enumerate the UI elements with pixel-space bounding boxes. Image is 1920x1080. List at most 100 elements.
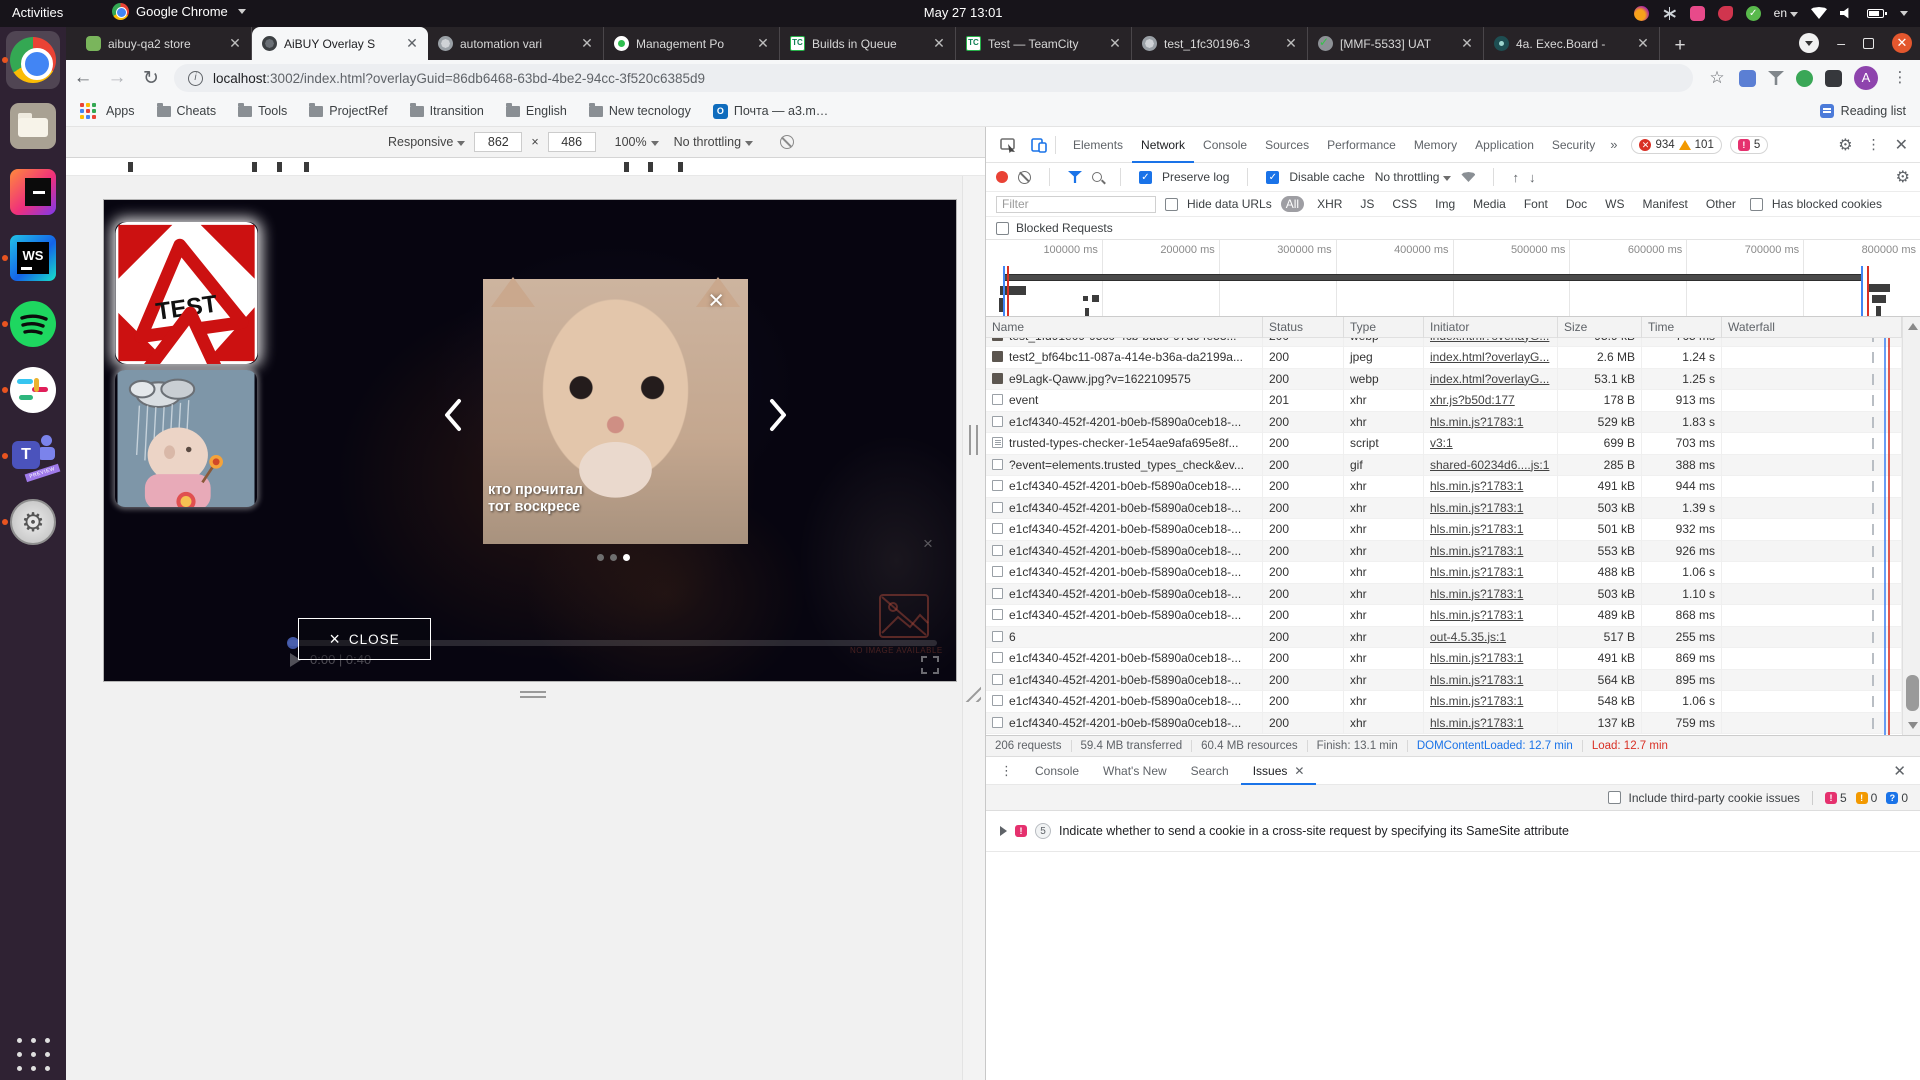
show-applications-button[interactable] <box>15 1036 51 1072</box>
new-tab-button[interactable]: + <box>1666 32 1694 60</box>
initiator-link[interactable]: xhr.js?b50d:177 <box>1430 393 1515 407</box>
initiator-link[interactable]: hls.min.js?1783:1 <box>1430 544 1523 558</box>
network-conditions-icon[interactable] <box>1461 172 1475 182</box>
indicator-pink-icon[interactable] <box>1690 6 1705 21</box>
devtools-tab-performance[interactable]: Performance <box>1318 127 1405 163</box>
devtools-tab-memory[interactable]: Memory <box>1405 127 1466 163</box>
browser-menu-icon[interactable]: ⋮ <box>1890 68 1910 88</box>
table-row[interactable]: event201xhrxhr.js?b50d:177178 B913 ms <box>986 390 1902 412</box>
indicator-orange-icon[interactable] <box>1634 6 1649 21</box>
carousel-prev-button[interactable] <box>443 398 463 432</box>
forward-button[interactable]: → <box>100 67 134 89</box>
initiator-link[interactable]: hls.min.js?1783:1 <box>1430 694 1523 708</box>
volume-icon[interactable] <box>1840 7 1854 19</box>
bookmark-itransition[interactable]: Itransition <box>410 104 484 118</box>
table-row[interactable]: test2_bf64bc11-087a-414e-b36a-da2199a...… <box>986 347 1902 369</box>
reload-button[interactable]: ↻ <box>134 67 168 90</box>
initiator-link[interactable]: hls.min.js?1783:1 <box>1430 651 1523 665</box>
include-third-party-checkbox[interactable] <box>1608 791 1621 804</box>
column-header-name[interactable]: Name <box>986 317 1263 338</box>
drawer-tab-what-s-new[interactable]: What's New <box>1091 757 1179 785</box>
devtools-close-icon[interactable]: ✕ <box>1895 135 1908 155</box>
search-network-icon[interactable] <box>1092 172 1102 182</box>
tab-close-icon[interactable]: ✕ <box>755 35 771 52</box>
dock-item-chrome[interactable] <box>0 27 66 93</box>
carousel-dot-2[interactable] <box>610 554 617 561</box>
tab-close-icon[interactable]: ✕ <box>1635 35 1651 52</box>
initiator-link[interactable]: hls.min.js?1783:1 <box>1430 565 1523 579</box>
table-row-partial[interactable]: test_1fd91e09-95c0-4cb-bdd0-97d94e58...2… <box>986 338 1902 347</box>
table-row[interactable]: e1cf4340-452f-4201-b0eb-f5890a0ceb18-...… <box>986 498 1902 520</box>
dock-item-webstorm[interactable]: WS <box>0 225 66 291</box>
profile-avatar[interactable]: A <box>1854 66 1878 90</box>
page-info-icon[interactable]: i <box>188 71 203 86</box>
initiator-link[interactable]: hls.min.js?1783:1 <box>1430 501 1523 515</box>
initiator-link[interactable]: out-4.5.35.js:1 <box>1430 630 1506 644</box>
maximize-button[interactable] <box>1863 38 1874 49</box>
tab-close-icon[interactable]: ✕ <box>227 35 243 52</box>
carousel-thumbnail-test[interactable]: TEST <box>115 222 258 364</box>
browser-tab-3[interactable]: automation vari✕ <box>428 27 604 60</box>
resize-handle-corner[interactable] <box>965 686 981 702</box>
tab-close-icon[interactable]: ✕ <box>579 35 595 52</box>
network-settings-icon[interactable]: ⚙ <box>1896 167 1910 187</box>
extension-dark-icon[interactable] <box>1825 70 1842 87</box>
browser-tab-4[interactable]: Management Po✕ <box>604 27 780 60</box>
indicator-red-icon[interactable] <box>1718 6 1733 21</box>
table-row[interactable]: ?event=elements.trusted_types_check&ev..… <box>986 455 1902 477</box>
initiator-link[interactable]: index.html?overlayG... <box>1430 372 1549 386</box>
filter-chip-media[interactable]: Media <box>1468 196 1511 212</box>
system-menu-chevron-icon[interactable] <box>1900 11 1908 16</box>
carousel-thumbnail-rain[interactable] <box>115 370 257 507</box>
filter-toggle-icon[interactable] <box>1068 171 1082 183</box>
devtools-tab-application[interactable]: Application <box>1466 127 1543 163</box>
app-menu[interactable]: Google Chrome <box>112 3 246 20</box>
filter-chip-manifest[interactable]: Manifest <box>1638 196 1693 212</box>
zoom-select[interactable]: 100% <box>615 135 659 149</box>
table-row[interactable]: e1cf4340-452f-4201-b0eb-f5890a0ceb18-...… <box>986 541 1902 563</box>
filter-chip-xhr[interactable]: XHR <box>1312 196 1347 212</box>
drawer-tab-issues[interactable]: Issues✕ <box>1241 757 1317 785</box>
inspect-element-icon[interactable] <box>1000 137 1017 153</box>
initiator-link[interactable]: index.html?overlayG... <box>1430 338 1549 343</box>
record-network-log-button[interactable] <box>996 171 1008 183</box>
extension-green-icon[interactable] <box>1796 70 1813 87</box>
hide-data-urls-checkbox[interactable] <box>1165 198 1178 211</box>
dock-item-slack[interactable] <box>0 357 66 423</box>
apps-grid-icon[interactable] <box>80 103 96 119</box>
table-row[interactable]: e1cf4340-452f-4201-b0eb-f5890a0ceb18-...… <box>986 605 1902 627</box>
network-table-header[interactable]: NameStatusTypeInitiatorSizeTimeWaterfall <box>986 317 1902 338</box>
reading-list-button[interactable]: Reading list <box>1820 104 1906 118</box>
dock-item-toolbox[interactable] <box>0 159 66 225</box>
blocked-requests-checkbox[interactable] <box>996 222 1009 235</box>
keyboard-layout[interactable]: en <box>1774 6 1798 20</box>
extension-funnel-icon[interactable] <box>1768 71 1784 85</box>
browser-tab-1[interactable]: aibuy-qa2 store✕ <box>76 27 252 60</box>
column-header-size[interactable]: Size <box>1558 317 1642 338</box>
import-har-icon[interactable]: ↑ <box>1512 170 1519 185</box>
browser-tab-7[interactable]: test_1fc30196-3✕ <box>1132 27 1308 60</box>
bookmark-tools[interactable]: Tools <box>238 104 287 118</box>
initiator-link[interactable]: v3:1 <box>1430 436 1453 450</box>
more-tabs-button[interactable]: » <box>1604 137 1623 152</box>
devtools-tab-network[interactable]: Network <box>1132 127 1194 163</box>
expand-issue-icon[interactable] <box>1000 826 1007 836</box>
column-header-initiator[interactable]: Initiator <box>1424 317 1558 338</box>
initiator-link[interactable]: index.html?overlayG... <box>1430 350 1549 364</box>
dock-item-files[interactable] <box>0 93 66 159</box>
column-header-waterfall[interactable]: Waterfall <box>1722 317 1902 338</box>
issue-item[interactable]: ! 5 Indicate whether to send a cookie in… <box>986 819 1920 843</box>
initiator-link[interactable]: shared-60234d6....js:1 <box>1430 458 1549 472</box>
table-row[interactable]: e1cf4340-452f-4201-b0eb-f5890a0ceb18-...… <box>986 519 1902 541</box>
initiator-link[interactable]: hls.min.js?1783:1 <box>1430 479 1523 493</box>
browser-tab-8[interactable]: [MMF-5533] UAT✕ <box>1308 27 1484 60</box>
wifi-icon[interactable] <box>1811 7 1827 19</box>
battery-icon[interactable] <box>1867 9 1884 18</box>
initiator-link[interactable]: hls.min.js?1783:1 <box>1430 673 1523 687</box>
table-scrollbar[interactable] <box>1902 317 1920 735</box>
issues-badge[interactable]: ! 5 <box>1730 136 1768 154</box>
resize-handle-vertical[interactable] <box>969 425 978 455</box>
column-header-status[interactable]: Status <box>1263 317 1344 338</box>
indicator-snowflake-icon[interactable] <box>1662 6 1677 21</box>
bookmark-english[interactable]: English <box>506 104 567 118</box>
